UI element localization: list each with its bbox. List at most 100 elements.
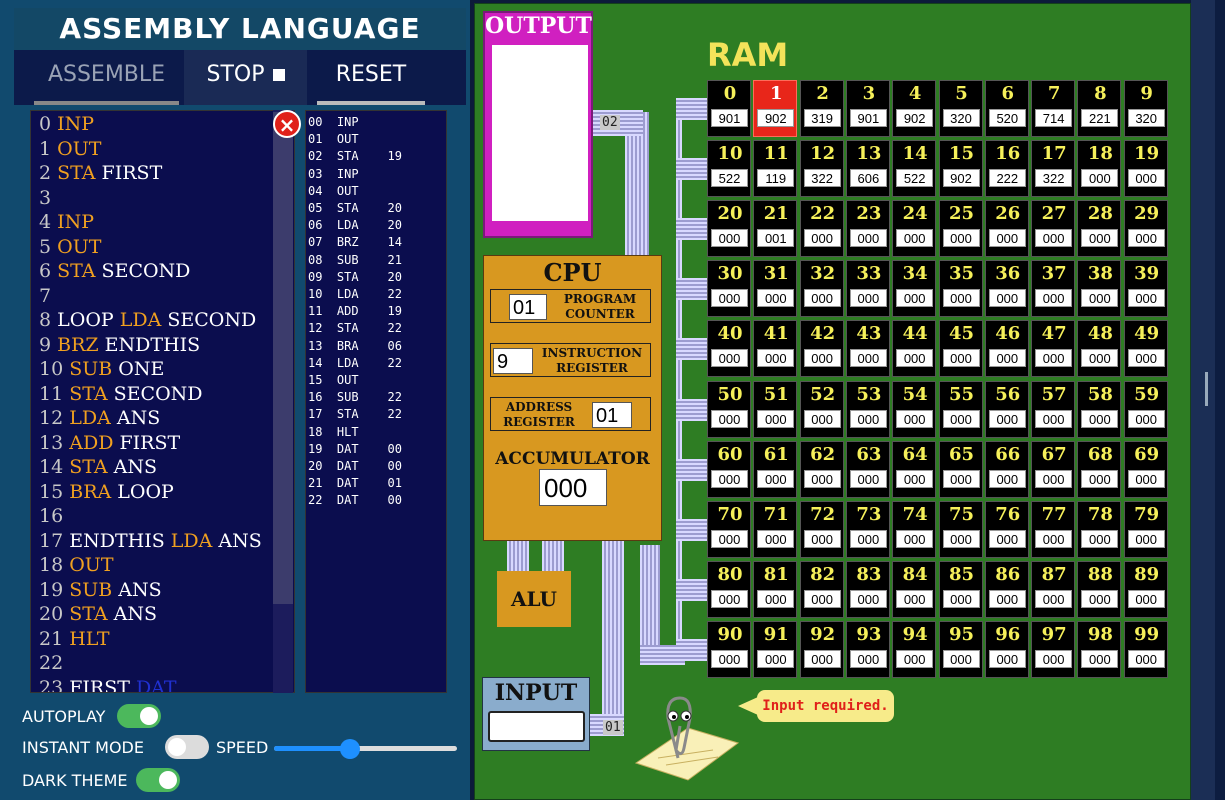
ram-value[interactable]: 000: [988, 469, 1026, 488]
ram-value[interactable]: 000: [757, 469, 795, 488]
ram-cell[interactable]: 41 000: [753, 320, 798, 378]
ram-cell[interactable]: 97 000: [1031, 620, 1076, 678]
ram-cell[interactable]: 12 322: [799, 140, 844, 198]
code-line[interactable]: 16: [39, 504, 63, 528]
ram-value[interactable]: 000: [896, 529, 934, 548]
ram-value[interactable]: 000: [988, 289, 1026, 308]
ram-value[interactable]: 000: [757, 289, 795, 308]
ram-cell[interactable]: 86 000: [984, 560, 1029, 618]
ram-value[interactable]: 000: [988, 409, 1026, 428]
ram-cell[interactable]: 69 000: [1123, 440, 1168, 498]
ram-cell[interactable]: 21 001: [753, 200, 798, 258]
ram-cell[interactable]: 91 000: [753, 620, 798, 678]
ram-value[interactable]: 000: [711, 409, 748, 428]
ram-value[interactable]: 000: [896, 409, 934, 428]
ram-value[interactable]: 000: [803, 409, 841, 428]
ram-value[interactable]: 000: [849, 409, 887, 428]
code-line[interactable]: 22: [39, 651, 63, 675]
ram-value[interactable]: 000: [1035, 589, 1073, 608]
ram-cell[interactable]: 28 000: [1077, 200, 1122, 258]
ram-cell[interactable]: 22 000: [799, 200, 844, 258]
ram-value[interactable]: 000: [757, 349, 795, 368]
ram-cell[interactable]: 70 000: [707, 500, 751, 558]
ram-cell[interactable]: 1 902: [753, 80, 798, 137]
instant-mode-toggle[interactable]: [165, 735, 209, 759]
ram-value[interactable]: 000: [1127, 169, 1165, 188]
ram-value[interactable]: 000: [896, 469, 934, 488]
code-line[interactable]: 20 STA ANS: [39, 602, 157, 626]
ram-value[interactable]: 000: [1081, 409, 1119, 428]
ram-cell[interactable]: 43 000: [845, 320, 890, 378]
ram-value[interactable]: 000: [1035, 349, 1073, 368]
ram-cell[interactable]: 6 520: [984, 80, 1029, 137]
ram-cell[interactable]: 3 901: [845, 80, 890, 137]
ram-value[interactable]: 319: [803, 109, 841, 127]
ram-value[interactable]: 000: [1127, 289, 1165, 308]
ram-cell[interactable]: 20 000: [707, 200, 751, 258]
ram-cell[interactable]: 9 320: [1123, 80, 1168, 137]
ram-value[interactable]: 000: [1035, 469, 1073, 488]
ram-value[interactable]: 000: [803, 349, 841, 368]
ram-value[interactable]: 520: [988, 109, 1026, 127]
code-line[interactable]: 6 STA SECOND: [39, 259, 190, 283]
ram-value[interactable]: 000: [803, 229, 841, 248]
ram-cell[interactable]: 17 322: [1031, 140, 1076, 198]
ram-cell[interactable]: 34 000: [892, 260, 937, 318]
ram-cell[interactable]: 54 000: [892, 380, 937, 438]
ram-cell[interactable]: 59 000: [1123, 380, 1168, 438]
ram-cell[interactable]: 2 319: [799, 80, 844, 137]
ram-cell[interactable]: 79 000: [1123, 500, 1168, 558]
ram-cell[interactable]: 27 000: [1031, 200, 1076, 258]
ram-value[interactable]: 000: [988, 529, 1026, 548]
ram-cell[interactable]: 49 000: [1123, 320, 1168, 378]
ram-cell[interactable]: 62 000: [799, 440, 844, 498]
code-line[interactable]: 19 SUB ANS: [39, 578, 162, 602]
ram-cell[interactable]: 83 000: [845, 560, 890, 618]
ram-cell[interactable]: 39 000: [1123, 260, 1168, 318]
ram-cell[interactable]: 35 000: [938, 260, 983, 318]
ram-cell[interactable]: 4 902: [892, 80, 937, 137]
ram-value[interactable]: 000: [1035, 409, 1073, 428]
ram-cell[interactable]: 15 902: [938, 140, 983, 198]
autoplay-toggle[interactable]: [117, 704, 161, 728]
ram-value[interactable]: 320: [1127, 109, 1165, 127]
editor-scrollbar-thumb[interactable]: [273, 112, 293, 604]
ram-value[interactable]: 000: [942, 289, 980, 308]
code-line[interactable]: 21 HLT: [39, 627, 110, 651]
ram-cell[interactable]: 80 000: [707, 560, 751, 618]
ram-cell[interactable]: 93 000: [845, 620, 890, 678]
ram-value[interactable]: 119: [757, 169, 795, 188]
ram-value[interactable]: 606: [849, 169, 887, 188]
ram-value[interactable]: 000: [711, 649, 748, 668]
ram-cell[interactable]: 87 000: [1031, 560, 1076, 618]
ram-value[interactable]: 000: [757, 589, 795, 608]
ram-value[interactable]: 000: [849, 649, 887, 668]
input-field[interactable]: [488, 711, 585, 742]
ram-cell[interactable]: 48 000: [1077, 320, 1122, 378]
ram-value[interactable]: 000: [1035, 229, 1073, 248]
ram-value[interactable]: 000: [896, 649, 934, 668]
ram-value[interactable]: 000: [849, 469, 887, 488]
ram-value[interactable]: 902: [896, 109, 934, 127]
ram-value[interactable]: 000: [942, 469, 980, 488]
ram-cell[interactable]: 47 000: [1031, 320, 1076, 378]
ram-cell[interactable]: 68 000: [1077, 440, 1122, 498]
ram-value[interactable]: 000: [988, 589, 1026, 608]
ram-value[interactable]: 000: [849, 589, 887, 608]
ram-cell[interactable]: 0 901: [707, 80, 751, 137]
ram-cell[interactable]: 76 000: [984, 500, 1029, 558]
ram-cell[interactable]: 29 000: [1123, 200, 1168, 258]
ram-cell[interactable]: 40 000: [707, 320, 751, 378]
ram-cell[interactable]: 26 000: [984, 200, 1029, 258]
ram-value[interactable]: 000: [1081, 649, 1119, 668]
ram-value[interactable]: 000: [711, 529, 748, 548]
ram-value[interactable]: 000: [711, 229, 748, 248]
ram-value[interactable]: 000: [803, 589, 841, 608]
ram-value[interactable]: 221: [1081, 109, 1119, 127]
ram-cell[interactable]: 56 000: [984, 380, 1029, 438]
ram-value[interactable]: 000: [988, 649, 1026, 668]
ram-cell[interactable]: 53 000: [845, 380, 890, 438]
ram-value[interactable]: 000: [942, 529, 980, 548]
ram-value[interactable]: 000: [1081, 289, 1119, 308]
ram-value[interactable]: 000: [849, 229, 887, 248]
